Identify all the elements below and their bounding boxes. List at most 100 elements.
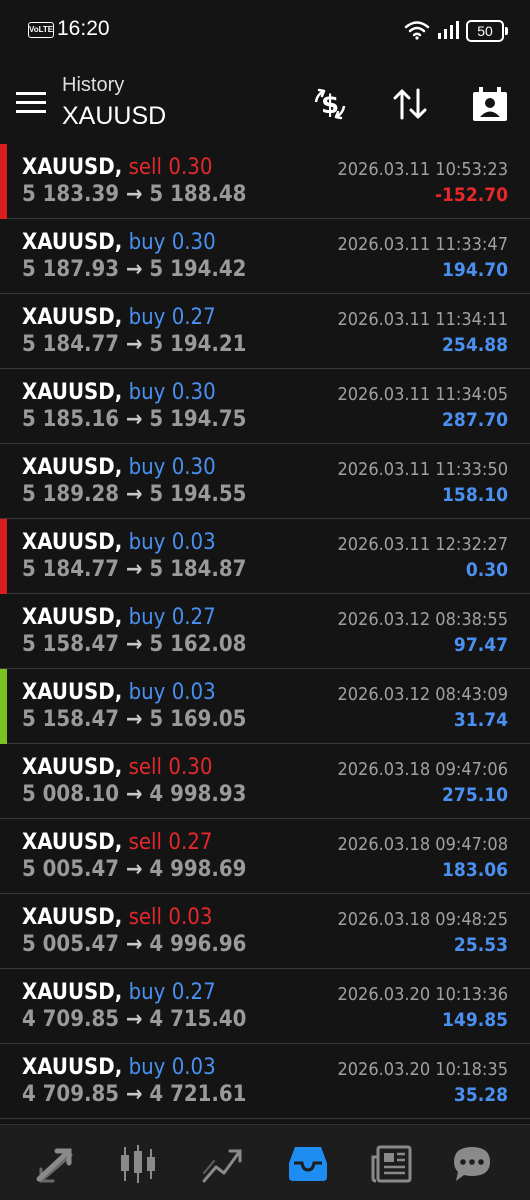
trade-prices: 5 005.47 → 4 996.96 [22,932,246,957]
trade-volume: 0.30 [171,455,216,480]
trade-header: XAUUSD, buy 0.03 [22,680,216,705]
arrow-icon: → [125,257,143,282]
close-price: 5 194.42 [149,257,247,282]
menu-icon[interactable] [16,92,46,114]
trade-marker [0,744,7,819]
trade-time: 2026.03.11 11:33:50 [337,459,508,480]
trade-row[interactable]: XAUUSD, buy 0.27 5 158.47 → 5 162.08 2026.… [0,594,530,669]
trade-header: XAUUSD, sell 0.30 [22,155,212,180]
trade-row[interactable]: XAUUSD, buy 0.30 5 187.93 → 5 194.42 2026.… [0,219,530,294]
status-time: 16:20 [57,17,110,40]
close-price: 5 194.75 [149,407,247,432]
open-price: 5 158.47 [22,707,120,732]
close-price: 5 194.55 [149,482,247,507]
trade-profit: 254.88 [442,334,508,356]
trade-row[interactable]: XAUUSD, sell 0.30 5 008.10 → 4 998.93 2026… [0,744,530,819]
close-price: 4 998.69 [149,857,247,882]
symbol-title[interactable]: XAUUSD [62,102,166,131]
trade-row[interactable]: XAUUSD, buy 0.30 5 185.16 → 5 194.75 2026.… [0,369,530,444]
close-price: 5 194.21 [149,332,247,357]
trade-prices: 5 187.93 → 5 194.42 [22,257,246,282]
trade-header: XAUUSD, buy 0.27 [22,605,216,630]
calendar-icon[interactable] [470,84,510,124]
close-price: 4 996.96 [149,932,247,957]
trade-symbol: XAUUSD, [22,155,123,180]
open-price: 4 709.85 [22,1082,120,1107]
trade-symbol: XAUUSD, [22,680,123,705]
open-price: 5 185.16 [22,407,120,432]
trade-volume: 0.03 [171,680,216,705]
chart-icon[interactable] [116,1143,160,1185]
close-price: 4 721.61 [149,1082,247,1107]
trade-row[interactable]: XAUUSD, buy 0.30 5 189.28 → 5 194.55 2026.… [0,444,530,519]
open-price: 5 187.93 [22,257,120,282]
sort-icon[interactable] [390,84,430,124]
trade-header: XAUUSD, buy 0.03 [22,530,216,555]
trade-volume: 0.03 [171,530,216,555]
trade-time: 2026.03.12 08:43:09 [337,684,508,705]
trade-marker [0,219,7,294]
trade-time: 2026.03.11 11:33:47 [337,234,508,255]
arrow-icon: → [125,707,143,732]
trade-prices: 5 184.77 → 5 194.21 [22,332,246,357]
trade-history-list: XAUUSD, sell 0.30 5 183.39 → 5 188.48 2026… [0,144,530,1119]
open-price: 5 005.47 [22,857,120,882]
trade-type: sell [128,905,163,930]
trade-marker [0,894,7,969]
trade-type: buy [128,1055,166,1080]
trade-type: sell [128,830,163,855]
trade-row[interactable]: XAUUSD, buy 0.27 4 709.85 → 4 715.40 2026.… [0,969,530,1044]
trade-volume: 0.03 [171,1055,216,1080]
trade-profit: 0.30 [465,559,508,581]
arrow-icon: → [125,1082,143,1107]
trade-row[interactable]: XAUUSD, buy 0.03 4 709.85 → 4 721.61 2026.… [0,1044,530,1119]
trade-row[interactable]: XAUUSD, sell 0.30 5 183.39 → 5 188.48 2026… [0,144,530,219]
trade-type: buy [128,230,166,255]
arrow-icon: → [125,632,143,657]
trade-header: XAUUSD, sell 0.27 [22,830,212,855]
open-price: 5 005.47 [22,932,120,957]
trade-volume: 0.30 [171,380,216,405]
history-icon[interactable] [286,1143,330,1185]
trade-symbol: XAUUSD, [22,830,123,855]
wifi-icon [404,21,430,40]
open-price: 5 184.77 [22,332,120,357]
trade-profit: 275.10 [442,784,508,806]
trade-header: XAUUSD, sell 0.30 [22,755,212,780]
news-icon[interactable] [370,1143,414,1185]
trade-marker [0,819,7,894]
arrow-icon: → [125,1007,143,1032]
trade-marker [0,369,7,444]
trade-prices: 5 189.28 → 5 194.55 [22,482,246,507]
trade-prices: 5 005.47 → 4 998.69 [22,857,246,882]
trade-profit: 35.28 [453,1084,508,1106]
messages-icon[interactable] [450,1143,494,1185]
arrow-icon: → [125,857,143,882]
open-price: 5 158.47 [22,632,120,657]
trade-profit: 183.06 [442,859,508,881]
currency-filter-icon[interactable]: $ [310,84,350,124]
trade-row[interactable]: XAUUSD, buy 0.27 5 184.77 → 5 194.21 2026.… [0,294,530,369]
open-price: 5 183.39 [22,182,120,207]
toolbar: History XAUUSD $ [0,62,530,144]
trade-time: 2026.03.18 09:47:08 [337,834,508,855]
trade-icon[interactable] [200,1143,244,1185]
battery-icon: 50 [466,20,508,42]
trade-header: XAUUSD, sell 0.03 [22,905,212,930]
trade-volume: 0.30 [168,755,213,780]
trade-row[interactable]: XAUUSD, sell 0.27 5 005.47 → 4 998.69 2026… [0,819,530,894]
trade-row[interactable]: XAUUSD, buy 0.03 5 158.47 → 5 169.05 2026.… [0,669,530,744]
trade-prices: 5 158.47 → 5 169.05 [22,707,246,732]
close-price: 4 715.40 [149,1007,247,1032]
trade-row[interactable]: XAUUSD, buy 0.03 5 184.77 → 5 184.87 2026.… [0,519,530,594]
quotes-icon[interactable] [33,1143,77,1185]
trade-symbol: XAUUSD, [22,230,123,255]
trade-header: XAUUSD, buy 0.30 [22,230,216,255]
trade-symbol: XAUUSD, [22,530,123,555]
close-price: 5 184.87 [149,557,247,582]
screen-label: History [62,74,125,96]
trade-time: 2026.03.20 10:13:36 [337,984,508,1005]
arrow-icon: → [125,182,143,207]
trade-row[interactable]: XAUUSD, sell 0.03 5 005.47 → 4 996.96 2026… [0,894,530,969]
trade-time: 2026.03.11 10:53:23 [337,159,508,180]
